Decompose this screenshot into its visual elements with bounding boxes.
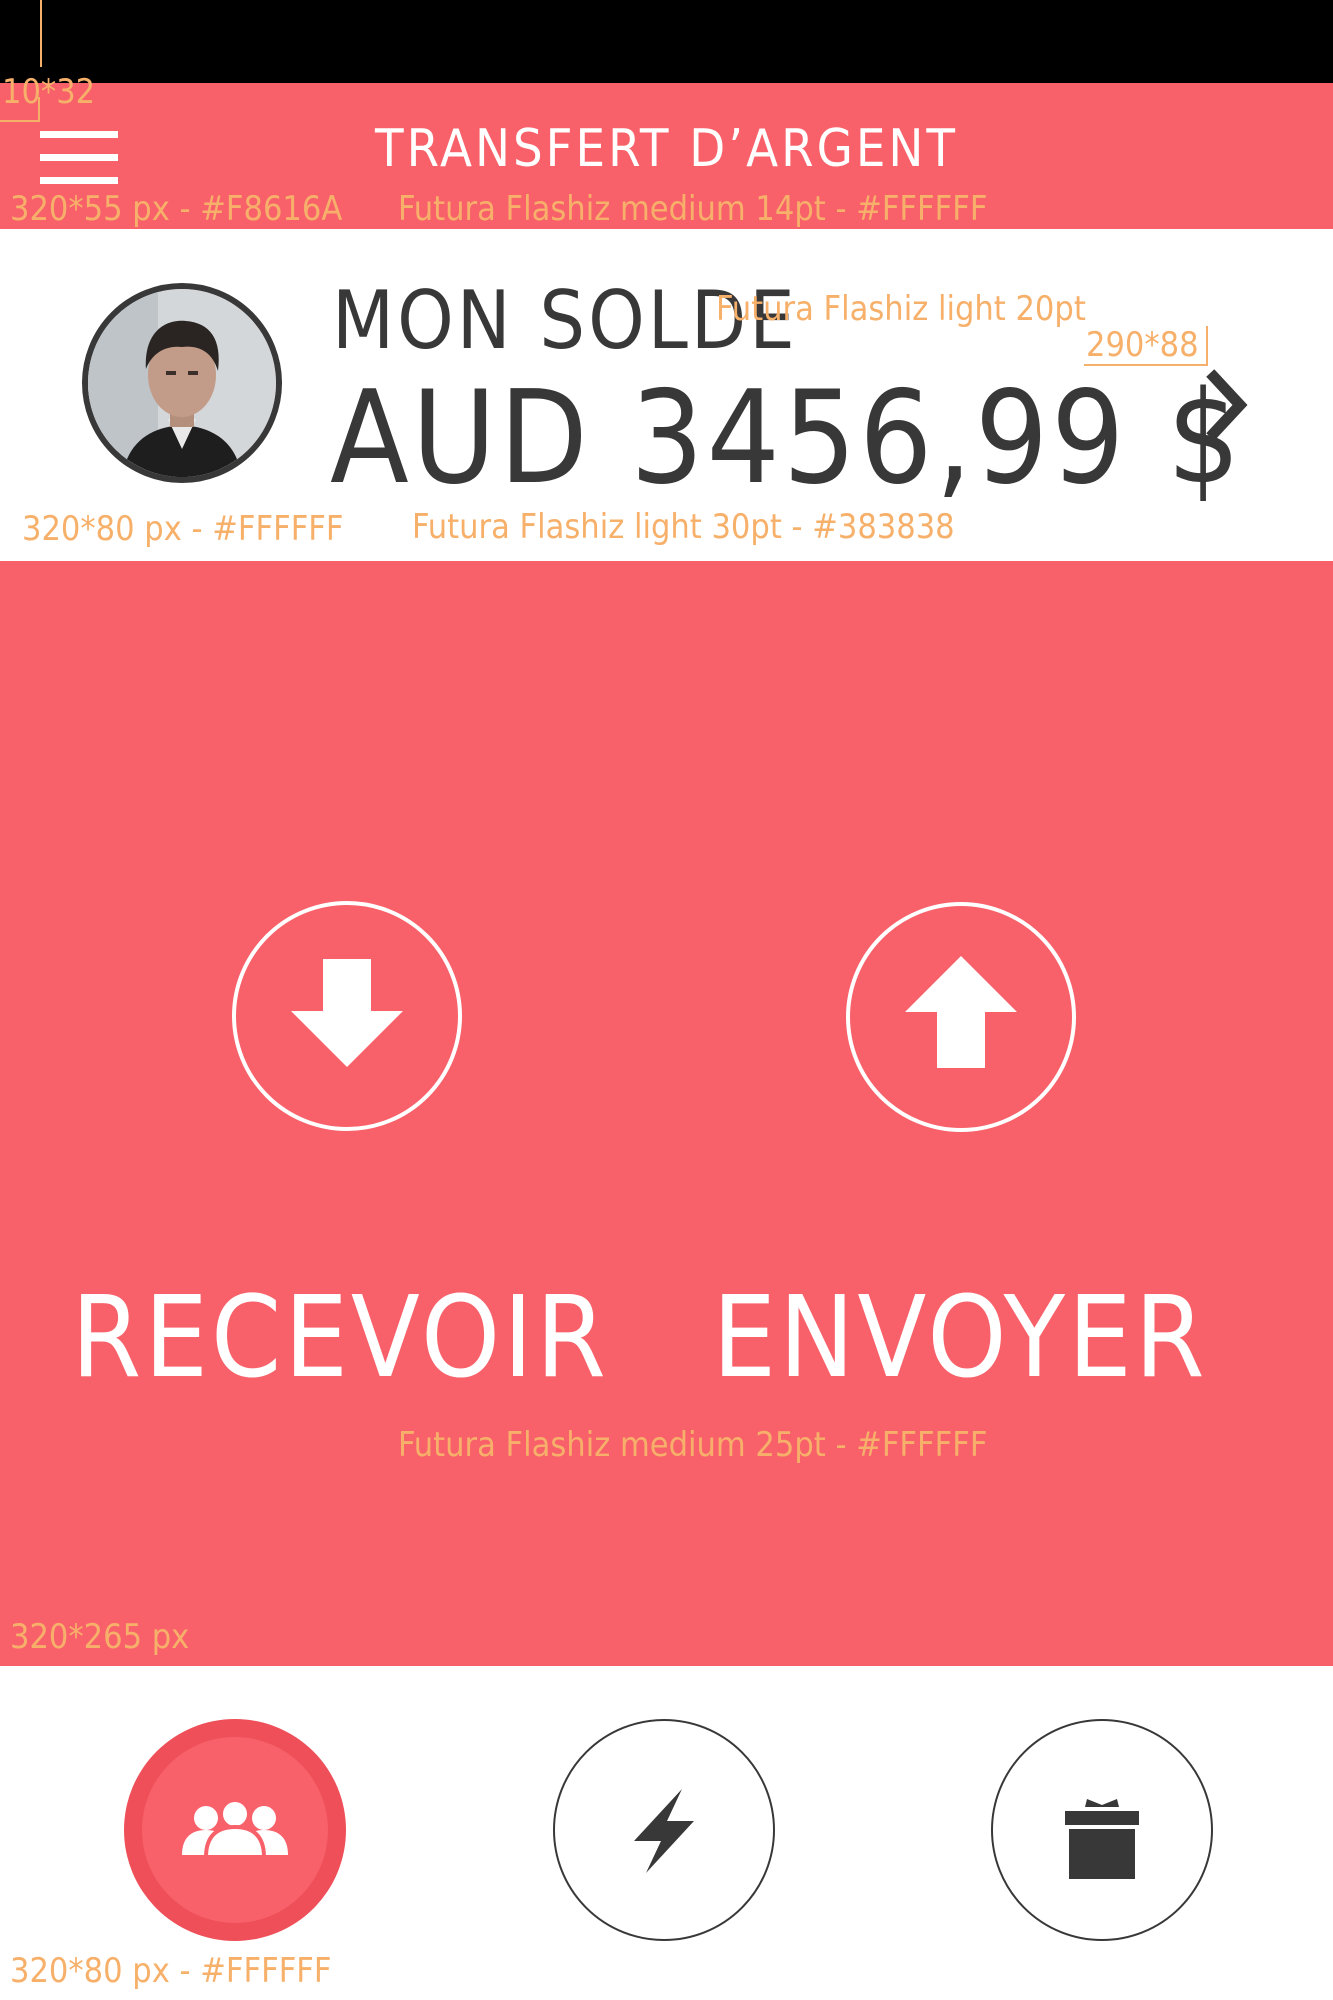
avatar xyxy=(82,283,282,483)
spec-actions-size: 320*265 px xyxy=(10,1617,190,1657)
balance-amount: AUD 3456,99 $ xyxy=(330,364,1244,513)
receive-label[interactable]: RECEVOIR xyxy=(40,1282,640,1394)
spec-status: 10*32 xyxy=(2,72,96,112)
spec-action-font: Futura Flashiz medium 25pt - #FFFFFF xyxy=(398,1425,988,1465)
spec-guide xyxy=(1084,364,1208,366)
arrow-up-icon xyxy=(905,956,1017,1068)
tab-contacts[interactable] xyxy=(124,1719,346,1941)
spec-balance-font: Futura Flashiz light 30pt - #383838 xyxy=(412,507,955,547)
spec-guide xyxy=(0,120,40,122)
people-icon xyxy=(182,1798,288,1859)
spec-tabbar-size: 320*80 px - #FFFFFF xyxy=(10,1951,332,1991)
tab-gifts[interactable] xyxy=(991,1719,1213,1941)
spec-header-size: 320*55 px - #F8616A xyxy=(10,189,343,229)
send-label[interactable]: ENVOYER xyxy=(660,1282,1260,1394)
send-button[interactable] xyxy=(846,902,1076,1132)
spec-balance-size: 320*80 px - #FFFFFF xyxy=(22,509,344,549)
status-bar xyxy=(0,0,1333,83)
gift-icon xyxy=(1065,1799,1139,1879)
tab-flash[interactable] xyxy=(553,1719,775,1941)
spec-label-font: Futura Flashiz light 20pt xyxy=(716,289,1086,329)
spec-guide xyxy=(1206,326,1208,366)
receive-button[interactable] xyxy=(232,901,462,1131)
spec-balance-touch: 290*88 xyxy=(1086,325,1199,365)
tab-bar xyxy=(0,1666,1333,2000)
chevron-right-icon[interactable] xyxy=(1204,367,1252,443)
lightning-icon xyxy=(634,1789,694,1873)
page-title: TRANSFERT D’ARGENT xyxy=(375,119,958,179)
spec-header-font: Futura Flashiz medium 14pt - #FFFFFF xyxy=(398,189,988,229)
spec-guide xyxy=(40,0,42,67)
transfer-actions: RECEVOIR ENVOYER xyxy=(0,561,1333,1666)
arrow-down-icon xyxy=(291,959,403,1067)
